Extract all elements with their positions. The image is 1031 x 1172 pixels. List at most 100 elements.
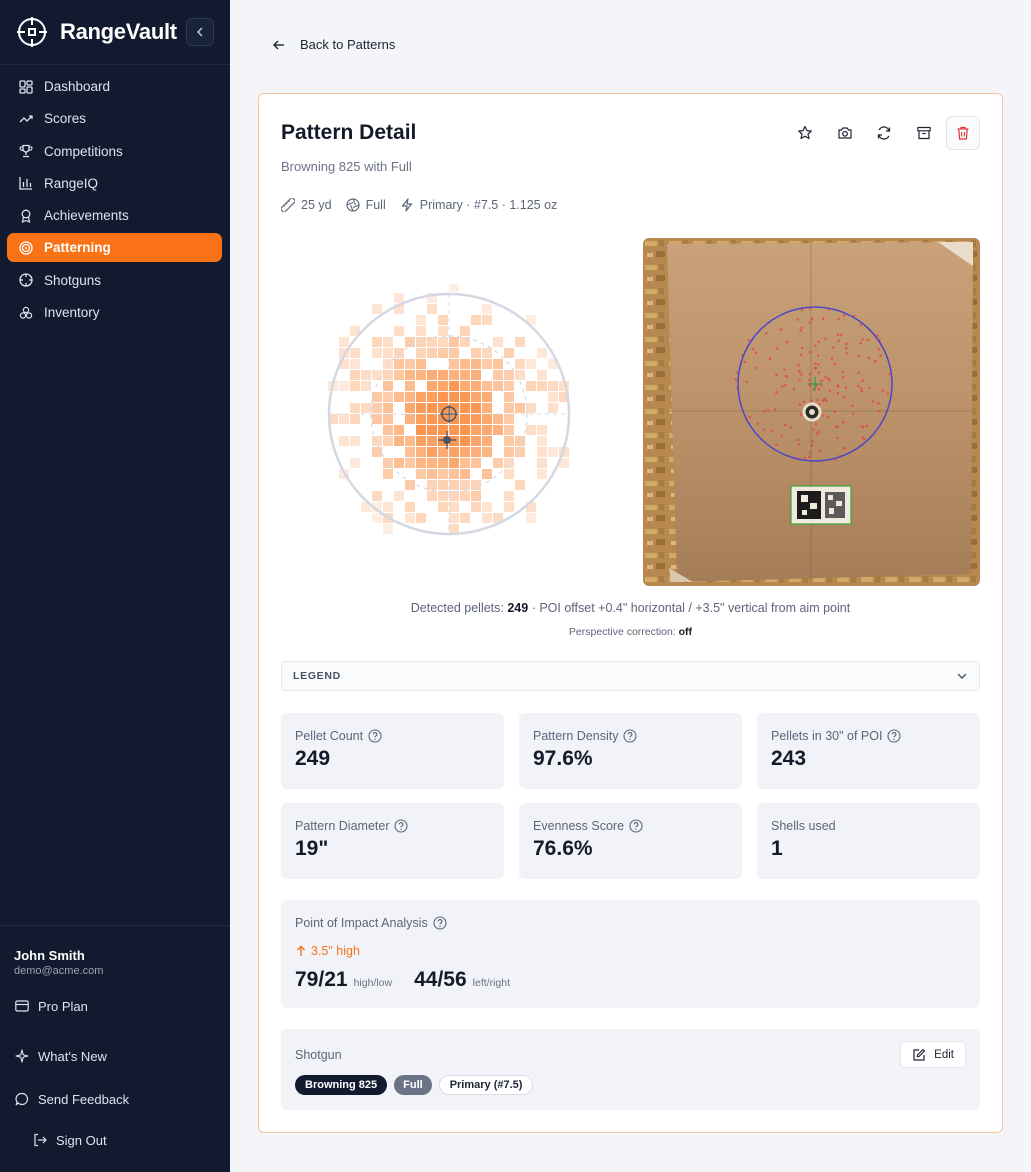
heatmap-cell	[482, 513, 492, 523]
pellet-dot	[808, 372, 812, 376]
heatmap-cell	[416, 513, 426, 523]
heatmap-cell	[383, 425, 393, 435]
stat-label-text: Evenness Score	[533, 819, 625, 833]
nav-item-inventory[interactable]: Inventory	[7, 298, 222, 327]
heatmap-cell	[449, 403, 459, 413]
brand[interactable]: RangeVault	[16, 14, 177, 50]
trend-icon	[18, 111, 34, 127]
qr-marker	[790, 485, 852, 525]
pellet-dot	[879, 354, 882, 357]
heatmap-cell	[504, 425, 514, 435]
pellet-dot	[874, 360, 877, 363]
heatmap-cell	[416, 436, 426, 446]
heatmap-cell	[350, 414, 360, 424]
heatmap-cell	[372, 436, 382, 446]
nav-item-dashboard[interactable]: Dashboard	[7, 72, 222, 101]
stat-pellet-count: Pellet Count 249	[281, 713, 504, 789]
heatmap-cell	[383, 502, 393, 512]
stat-value: 19"	[295, 837, 329, 860]
pellet-dot	[765, 331, 768, 335]
send-feedback-link[interactable]: Send Feedback	[14, 1091, 129, 1107]
pellet-dot	[784, 374, 787, 378]
pellet-dot	[851, 404, 854, 408]
pellet-dot	[783, 368, 786, 371]
heatmap-cell	[438, 392, 448, 402]
pellet-dot	[755, 366, 758, 369]
heatmap-cell	[493, 337, 503, 347]
nav-item-achievements[interactable]: Achievements	[7, 201, 222, 230]
heatmap-cell	[405, 414, 415, 424]
heatmap-cell	[438, 502, 448, 512]
heatmap-cell	[449, 469, 459, 479]
heatmap-cell	[449, 284, 459, 292]
heatmap-cell	[471, 436, 481, 446]
heatmap-cell	[394, 491, 404, 501]
pellet-dot	[748, 415, 751, 419]
help-icon[interactable]	[623, 729, 638, 743]
help-icon[interactable]	[433, 916, 447, 930]
nav-item-rangeiq[interactable]: RangeIQ	[7, 169, 222, 198]
heatmap-cell	[526, 513, 536, 523]
heatmap-cell	[548, 392, 558, 402]
heatmap-cell	[405, 359, 415, 369]
help-icon[interactable]	[887, 729, 902, 743]
pellet-dot	[844, 386, 848, 389]
stat-label: Shells used	[771, 819, 836, 833]
sign-out-link[interactable]: Sign Out	[32, 1132, 107, 1148]
pellet-dot	[800, 326, 804, 329]
pellet-dot	[800, 346, 804, 350]
stat-label: Pellets in 30" of POI	[771, 729, 902, 743]
pellet-dot	[843, 396, 846, 399]
help-icon[interactable]	[629, 819, 643, 833]
heatmap-cell	[537, 469, 547, 479]
help-icon[interactable]	[368, 729, 382, 743]
back-to-patterns-link[interactable]: Back to Patterns	[272, 37, 395, 52]
heatmap-cell	[339, 436, 349, 446]
legend-toggle[interactable]: LEGEND	[281, 661, 980, 691]
favorite-button[interactable]	[788, 116, 822, 150]
heatmap-cell	[471, 315, 481, 325]
heatmap-cell	[427, 381, 437, 391]
choke-chip: Full	[394, 1075, 432, 1095]
pellet-dot	[763, 409, 766, 413]
heatmap-cell	[438, 414, 448, 424]
pellet-dot	[817, 387, 821, 391]
heatmap-cell	[515, 480, 525, 490]
heatmap-cell	[350, 370, 360, 380]
heatmap-cell	[383, 524, 393, 534]
heatmap-cell	[361, 370, 371, 380]
pellet-dot	[798, 370, 801, 373]
nav-item-competitions[interactable]: Competitions	[7, 137, 222, 166]
load-chip: Primary (#7.5)	[438, 1075, 534, 1095]
photo-button[interactable]	[828, 116, 862, 150]
heatmap-cell	[350, 458, 360, 468]
nav-item-scores[interactable]: Scores	[7, 104, 222, 133]
heatmap-cell	[427, 370, 437, 380]
pro-plan-link[interactable]: Pro Plan	[14, 998, 88, 1014]
pellet-dot	[857, 354, 860, 358]
heatmap-cell	[427, 304, 437, 314]
nav-item-patterning[interactable]: Patterning	[7, 233, 222, 263]
pellet-dot	[833, 410, 837, 413]
pellet-dot	[810, 444, 814, 447]
archive-button[interactable]	[907, 116, 941, 150]
poi-direction-text: 3.5" high	[311, 944, 360, 958]
heatmap-cell	[405, 502, 415, 512]
target-photo[interactable]	[643, 238, 980, 586]
delete-button[interactable]	[946, 116, 980, 150]
reanalyze-button[interactable]	[867, 116, 901, 150]
legend-label: LEGEND	[293, 670, 341, 682]
whats-new-link[interactable]: What's New	[14, 1048, 107, 1064]
edit-shotgun-button[interactable]: Edit	[900, 1041, 966, 1068]
nav-item-shotguns[interactable]: Shotguns	[7, 266, 222, 295]
heatmap-cell	[416, 414, 426, 424]
target-icon	[18, 240, 34, 256]
heatmap-cell	[504, 381, 514, 391]
collapse-sidebar-button[interactable]	[186, 18, 214, 46]
heatmap-cell	[482, 348, 492, 358]
pellet-dot	[819, 449, 822, 452]
arrow-up-icon	[297, 945, 305, 956]
credit-card-icon	[14, 998, 30, 1014]
heatmap-cell	[405, 381, 415, 391]
help-icon[interactable]	[394, 819, 409, 833]
